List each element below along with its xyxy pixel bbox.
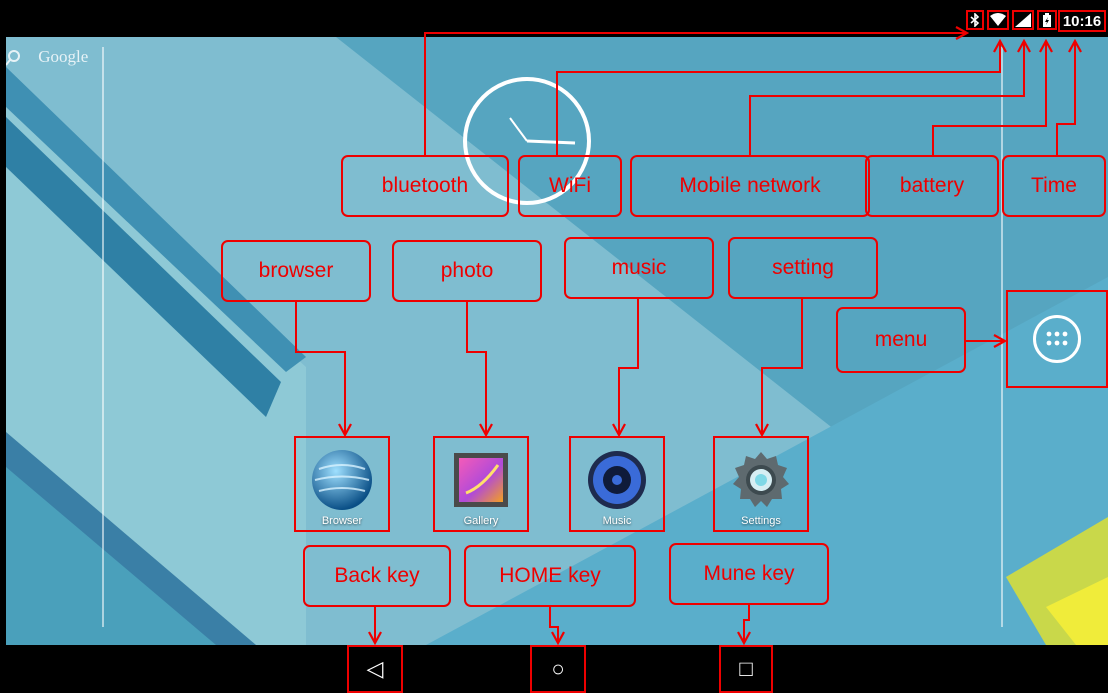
wifi-icon — [987, 10, 1009, 30]
recents-button[interactable]: □ — [719, 645, 773, 693]
callout-menu: menu — [836, 307, 966, 373]
browser-icon — [312, 450, 372, 510]
callout-battery: battery — [865, 155, 999, 217]
callout-back-key: Back key — [303, 545, 451, 607]
app-drawer-button[interactable] — [1033, 315, 1081, 363]
app-gallery[interactable]: Gallery — [433, 436, 529, 532]
app-browser[interactable]: Browser — [294, 436, 390, 532]
app-drawer-highlight — [1006, 290, 1108, 388]
home-button[interactable]: ○ — [530, 645, 586, 693]
signal-icon — [1012, 10, 1034, 30]
google-label: Google — [38, 47, 89, 66]
gallery-icon — [454, 453, 508, 507]
callout-setting: setting — [728, 237, 878, 299]
bluetooth-icon — [966, 10, 984, 30]
app-label-music: Music — [602, 515, 632, 527]
page-divider-left — [102, 47, 104, 627]
app-music[interactable]: Music — [569, 436, 665, 532]
google-search-widget[interactable]: Google — [6, 47, 88, 67]
app-label-gallery: Gallery — [463, 515, 499, 527]
callout-home-key: HOME key — [464, 545, 636, 607]
grid-icon — [1046, 331, 1068, 346]
callout-browser: browser — [221, 240, 371, 302]
home-icon: ○ — [551, 656, 565, 681]
callout-menu-key: Mune key — [669, 543, 829, 605]
status-time: 10:16 — [1058, 10, 1106, 32]
callout-music: music — [564, 237, 714, 299]
settings-icon — [733, 452, 789, 507]
back-button[interactable]: ◁ — [347, 645, 403, 693]
status-bar: 10:16 — [0, 0, 1108, 37]
music-icon — [588, 451, 646, 509]
app-label-browser: Browser — [321, 515, 363, 527]
callout-time: Time — [1002, 155, 1106, 217]
callout-photo: photo — [392, 240, 542, 302]
back-icon: ◁ — [366, 656, 384, 681]
app-label-settings: Settings — [741, 515, 781, 527]
callout-mobile-network: Mobile network — [630, 155, 870, 217]
battery-icon — [1037, 10, 1057, 30]
search-icon — [6, 50, 20, 66]
callout-bluetooth: bluetooth — [341, 155, 509, 217]
callout-wifi: WiFi — [518, 155, 622, 217]
page-divider-right — [1001, 47, 1003, 627]
recents-icon: □ — [739, 656, 753, 681]
app-settings[interactable]: Settings — [713, 436, 809, 532]
